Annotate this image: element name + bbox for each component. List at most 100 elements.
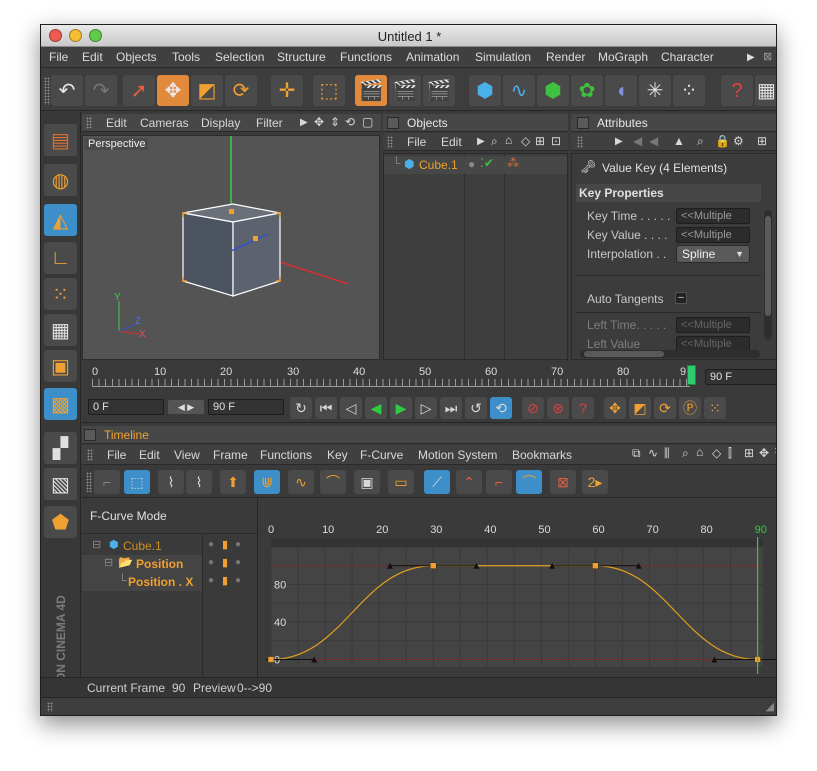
autokey-icon[interactable]: ⊛ bbox=[547, 397, 569, 419]
track-keys-icon[interactable]: ▮ bbox=[222, 574, 228, 587]
layout-icon[interactable]: ▤ bbox=[44, 124, 77, 156]
timeline-search-icon[interactable]: ⌕ bbox=[682, 446, 689, 461]
timeline-visibility-icon[interactable]: ◇ bbox=[712, 446, 721, 460]
timeline-keyframe-icon[interactable]: ▣ bbox=[354, 470, 380, 494]
first-frame-icon[interactable]: ⏮ bbox=[315, 397, 337, 419]
render-view-icon[interactable]: 🎬 bbox=[355, 75, 387, 106]
timeline-snap-icon[interactable]: ⋓ bbox=[254, 470, 280, 494]
menu-file[interactable]: File bbox=[49, 50, 68, 64]
render-picture-viewer-icon[interactable]: 🎬 bbox=[389, 75, 421, 106]
viewport-move-icon[interactable]: ✥ bbox=[314, 115, 324, 129]
toolbar-grip[interactable] bbox=[44, 77, 50, 105]
texture-mode-icon[interactable]: ▞ bbox=[44, 432, 77, 464]
attributes-hscrollbar[interactable] bbox=[580, 350, 760, 358]
timeline-move-icon[interactable]: ✥ bbox=[759, 446, 769, 460]
objects-menu-edit[interactable]: Edit bbox=[441, 135, 462, 149]
objects-panel-toggle[interactable] bbox=[387, 117, 399, 129]
last-frame-icon[interactable]: ⏭ bbox=[440, 397, 462, 419]
viewport-menu-filter[interactable]: Filter bbox=[256, 116, 283, 130]
viewport-rotate-icon[interactable]: ⟲ bbox=[345, 115, 355, 129]
play-forward-icon[interactable]: ▶ bbox=[390, 397, 412, 419]
timeline-linear-icon[interactable]: ⟋ bbox=[424, 470, 450, 494]
timeline-select-icon[interactable]: ⌐ bbox=[94, 470, 120, 494]
live-selection-icon[interactable]: ➚ bbox=[123, 75, 155, 106]
next-key-icon[interactable]: ▷ bbox=[415, 397, 437, 419]
record-keys-icon[interactable]: ⊘ bbox=[522, 397, 544, 419]
timeline-toolbar-grip[interactable] bbox=[86, 472, 92, 492]
key-properties-section[interactable]: Key Properties bbox=[576, 184, 761, 202]
array-icon[interactable]: ✿ bbox=[571, 75, 603, 106]
panel-toggle-icon[interactable]: ⊠ bbox=[763, 50, 772, 63]
track-dot-icon[interactable]: ● bbox=[208, 575, 214, 586]
menu-render[interactable]: Render bbox=[546, 50, 585, 64]
back-arrow-icon[interactable]: ◀ bbox=[633, 134, 642, 148]
keyframe-selection-icon[interactable]: ? bbox=[572, 397, 594, 419]
objects-grip[interactable] bbox=[387, 136, 393, 148]
objects-more-arrow-icon[interactable]: ▶ bbox=[477, 136, 485, 147]
ruler-frame-field[interactable]: 90 F bbox=[705, 369, 776, 385]
render-settings-icon[interactable]: 🎬 bbox=[423, 75, 455, 106]
viewport-zoom-icon[interactable]: ⇕ bbox=[330, 115, 340, 129]
record-pla-icon[interactable]: ⁙ bbox=[704, 397, 726, 419]
workplane-icon[interactable]: ▧ bbox=[44, 468, 77, 500]
objects-visibility-icon[interactable]: ◇ bbox=[521, 134, 530, 148]
menu-structure[interactable]: Structure bbox=[277, 50, 326, 64]
range-slider[interactable]: ◀ ▶ bbox=[168, 400, 204, 414]
key-time-field[interactable]: <<Multiple bbox=[676, 208, 750, 224]
deformer-icon[interactable]: ◖ bbox=[605, 75, 637, 106]
visibility-dots-icon[interactable]: ● bbox=[468, 157, 475, 171]
play-backward-icon[interactable]: ◀ bbox=[365, 397, 387, 419]
timeline-menu-functions[interactable]: Functions bbox=[260, 448, 312, 462]
track-keys-icon[interactable]: ▮ bbox=[222, 538, 228, 551]
sphere-grid-icon[interactable]: ◍ bbox=[44, 164, 77, 196]
scene-objects-icon[interactable]: ⁘ bbox=[673, 75, 705, 106]
timeline-menu-bookmarks[interactable]: Bookmarks bbox=[512, 448, 572, 462]
menu-edit[interactable]: Edit bbox=[82, 50, 103, 64]
start-frame-field[interactable]: 0 F bbox=[88, 399, 164, 415]
timeline-frame-all-icon[interactable]: ⌇ bbox=[186, 470, 212, 494]
forward-arrow-icon[interactable]: ◀ bbox=[649, 134, 658, 148]
animation-mode-icon[interactable]: ▩ bbox=[44, 388, 77, 420]
resize-handle-icon[interactable]: ◢ bbox=[766, 700, 774, 713]
menu-objects[interactable]: Objects bbox=[116, 50, 157, 64]
timeline-curve-tool-icon[interactable]: ∿ bbox=[288, 470, 314, 494]
timeline-menu-fcurve[interactable]: F-Curve bbox=[360, 448, 403, 462]
table-row[interactable]: ⊟ 📂 Position bbox=[82, 555, 202, 573]
objects-new-view-icon[interactable]: ⊞ bbox=[535, 134, 545, 148]
perspective-viewport[interactable]: Perspective Y Z X bbox=[82, 135, 380, 360]
menu-character[interactable]: Character bbox=[661, 50, 714, 64]
calculator-icon[interactable]: ▦ bbox=[755, 75, 776, 106]
cube-primitive-icon[interactable]: ⬢ bbox=[469, 75, 501, 106]
track-mute-icon[interactable]: ● bbox=[235, 575, 241, 586]
object-axis-icon[interactable]: ∟ bbox=[44, 242, 77, 274]
timeline-tangent-icon[interactable]: ⌒ bbox=[320, 470, 346, 494]
left-time-field[interactable]: <<Multiple bbox=[676, 317, 750, 333]
current-frame-marker[interactable] bbox=[687, 365, 696, 385]
key-value-field[interactable]: <<Multiple bbox=[676, 227, 750, 243]
nurbs-icon[interactable]: ⬢ bbox=[537, 75, 569, 106]
viewport-menu-display[interactable]: Display bbox=[201, 116, 240, 130]
attributes-more-arrow-icon[interactable]: ▶ bbox=[615, 136, 623, 147]
track-mute-icon[interactable]: ● bbox=[235, 557, 241, 568]
viewport-switch-icon[interactable]: ▢ bbox=[362, 115, 373, 129]
track-keys-icon[interactable]: ▮ bbox=[222, 556, 228, 569]
objects-home-icon[interactable]: ⌂ bbox=[505, 133, 512, 147]
goto-start-icon[interactable]: ↻ bbox=[290, 397, 312, 419]
points-mode-icon[interactable]: ⁙ bbox=[44, 278, 77, 310]
viewport-more-arrow-icon[interactable]: ▶ bbox=[300, 117, 308, 128]
attributes-new-view-icon[interactable]: ⊞ bbox=[757, 134, 767, 148]
record-rotation-icon[interactable]: ⟳ bbox=[654, 397, 676, 419]
scale-tool-icon[interactable]: ◩ bbox=[191, 75, 223, 106]
timeline-menu-motion-system[interactable]: Motion System bbox=[418, 448, 497, 462]
timeline-bars-icon[interactable]: ⫿ bbox=[728, 446, 732, 461]
timeline-range-icon[interactable]: ▭ bbox=[388, 470, 414, 494]
timeline-step-icon[interactable]: ⌐ bbox=[486, 470, 512, 494]
timeline-menu-key[interactable]: Key bbox=[327, 448, 348, 462]
goto-end-icon[interactable]: ↺ bbox=[465, 397, 487, 419]
menu-functions[interactable]: Functions bbox=[340, 50, 392, 64]
track-dot-icon[interactable]: ● bbox=[208, 557, 214, 568]
end-frame-field[interactable]: 90 F bbox=[208, 399, 284, 415]
attributes-search-icon[interactable]: ⌕ bbox=[697, 134, 704, 149]
lock-icon[interactable]: 🔒 bbox=[715, 134, 730, 148]
primitive-shapes-icon[interactable]: ⬟ bbox=[44, 506, 77, 538]
